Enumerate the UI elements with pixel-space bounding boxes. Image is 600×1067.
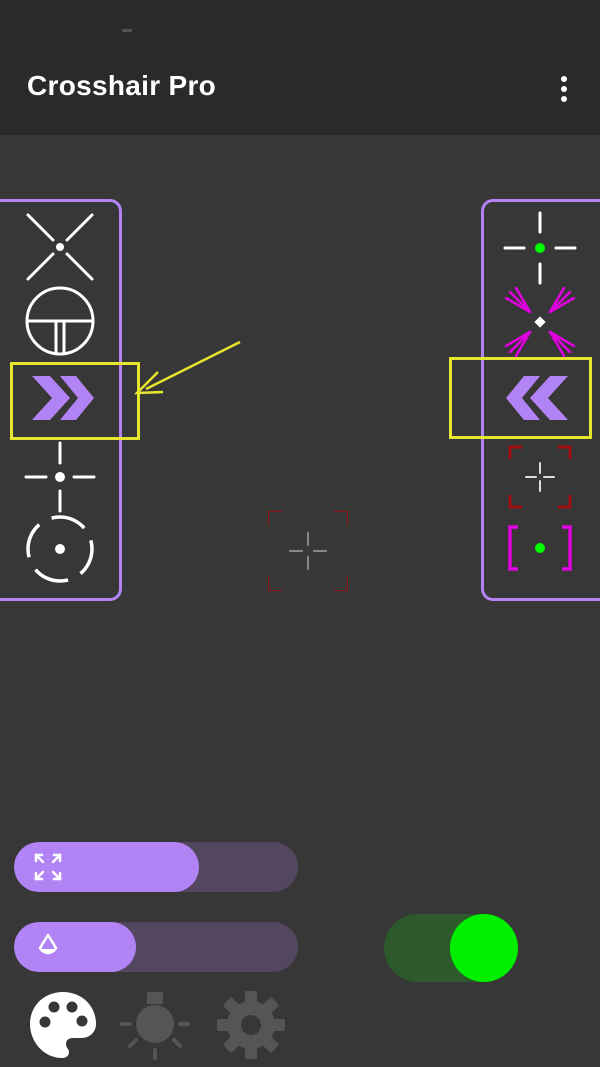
enable-toggle-thumb[interactable] <box>450 914 518 982</box>
opacity-drop-icon <box>32 931 64 963</box>
size-slider[interactable] <box>14 842 298 892</box>
expand-icon <box>32 851 64 883</box>
brightness-icon[interactable] <box>118 988 192 1062</box>
settings-gear-icon[interactable] <box>214 988 288 1062</box>
annotation-arrow <box>133 340 241 395</box>
palette-icon[interactable] <box>26 988 100 1062</box>
crosshair-preview[interactable] <box>268 511 348 591</box>
opacity-slider[interactable] <box>14 922 298 972</box>
